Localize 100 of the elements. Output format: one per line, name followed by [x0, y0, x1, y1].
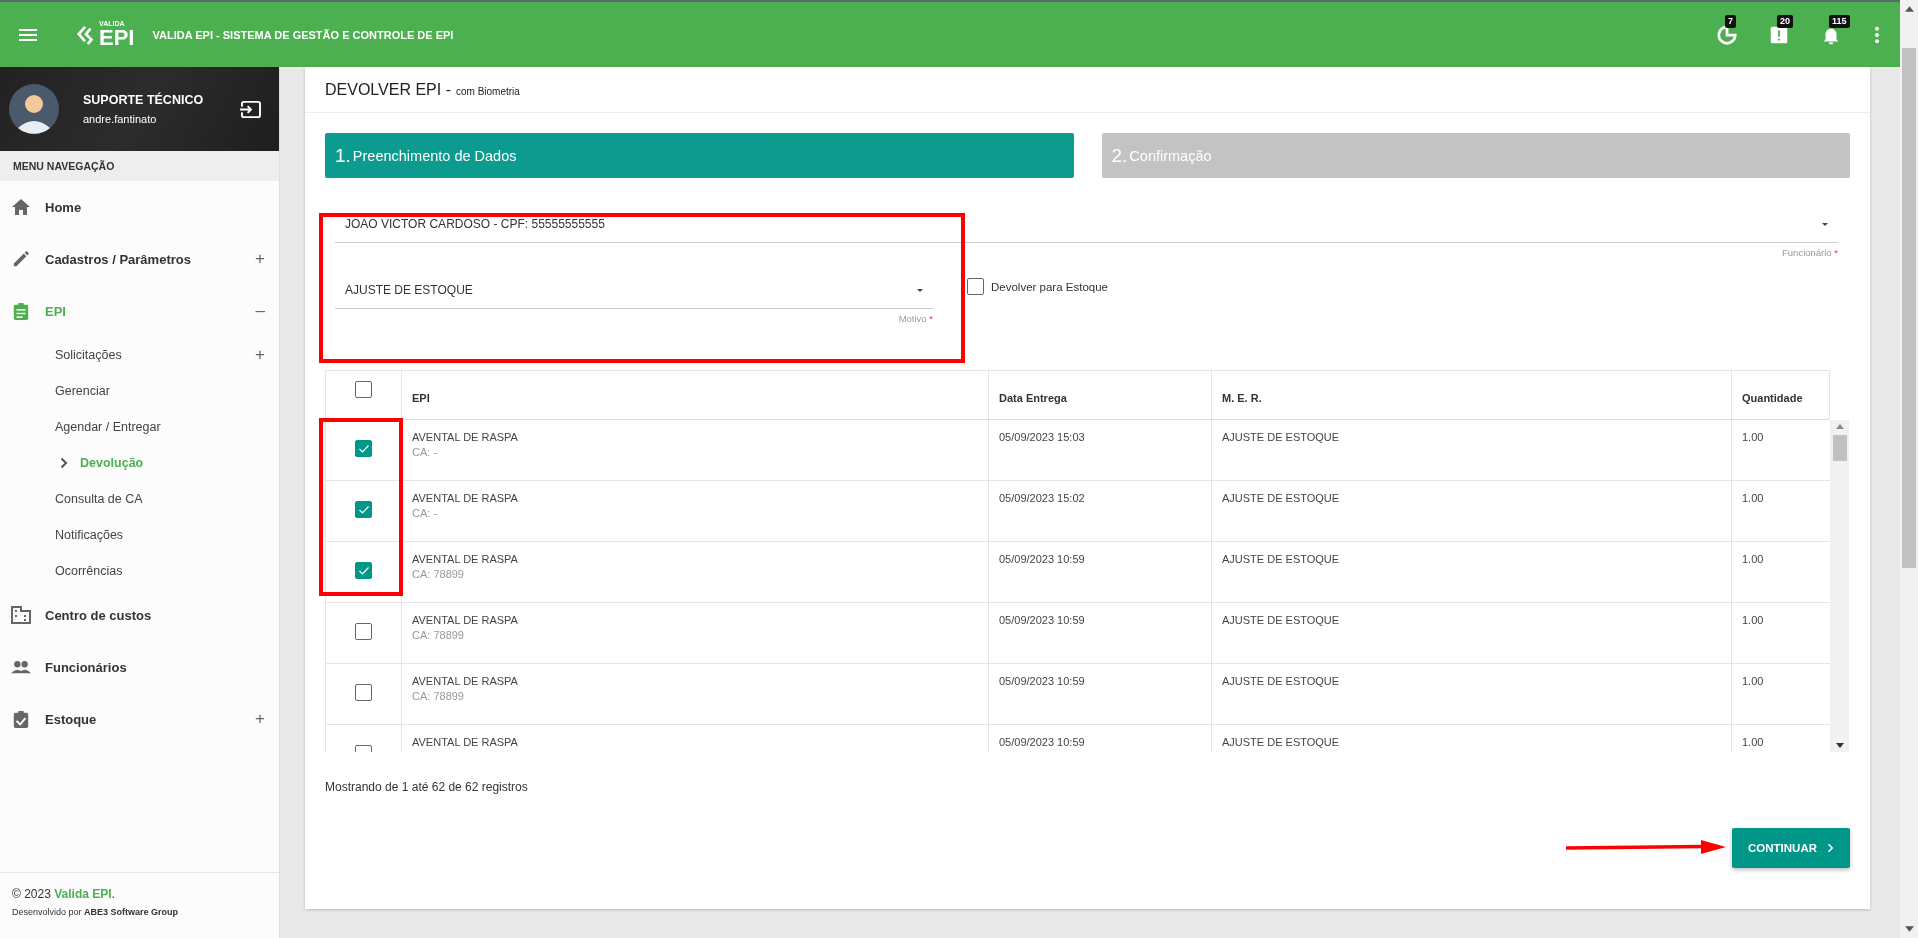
table-cell-text: 05/09/2023 10:59 — [999, 675, 1086, 687]
submenu-item[interactable]: Ocorrências — [0, 553, 279, 589]
people-icon — [11, 658, 31, 676]
count-badge: 20 — [1777, 14, 1793, 28]
menu-item[interactable]: Cadastros / Parâmetros + — [0, 233, 279, 285]
checkbox[interactable] — [355, 684, 372, 701]
table-cell-text: CA: 78899 — [412, 690, 465, 702]
page-title: DEVOLVER EPI - — [325, 80, 451, 99]
menu-item[interactable]: Estoque + — [0, 693, 279, 745]
checkbox[interactable] — [355, 381, 372, 398]
scroll-down-icon[interactable] — [1835, 743, 1844, 748]
checkbox[interactable] — [355, 501, 372, 518]
submenu-item[interactable]: Notificações — [0, 517, 279, 553]
menu-item[interactable]: Home — [0, 181, 279, 233]
expand-toggle[interactable]: + — [255, 249, 265, 269]
continue-button[interactable]: CONTINUAR — [1732, 828, 1850, 868]
logout-icon[interactable] — [239, 99, 263, 119]
copyright-text: © 2023 Valida EPI. — [12, 887, 116, 901]
table-cell-text: 05/09/2023 15:03 — [999, 431, 1086, 443]
expand-toggle[interactable]: + — [255, 345, 265, 365]
table-cell-text: AVENTAL DE RASPA — [412, 431, 519, 443]
table-cell-text: CA: - — [412, 446, 439, 458]
table-cell-text: AJUSTE DE ESTOQUE — [1222, 675, 1341, 687]
scroll-thumb[interactable] — [1902, 48, 1916, 568]
caret-icon — [917, 288, 923, 292]
avatar — [9, 84, 59, 134]
scroll-thumb[interactable] — [1832, 435, 1847, 461]
app-title: VALIDA EPI - SISTEMA DE GESTÃO E CONTROLE DE EPI — [152, 28, 454, 41]
more-icon[interactable] — [1874, 25, 1880, 44]
table-cell-text: AJUSTE DE ESTOQUE — [1222, 431, 1341, 443]
submenu-item[interactable]: Agendar / Entregar — [0, 409, 279, 445]
submenu-item[interactable]: Consulta de CA — [0, 481, 279, 517]
column-header[interactable]: EPI — [412, 392, 430, 404]
column-header[interactable]: Data Entrega — [999, 392, 1067, 404]
table-cell-text: 1.00 — [1742, 675, 1765, 687]
field-label: Funcionário * — [1782, 247, 1838, 258]
checkbox[interactable] — [355, 623, 372, 640]
table-cell-text: 1.00 — [1742, 614, 1765, 626]
column-header[interactable]: Quantidade — [1742, 392, 1803, 404]
count-badge: 7 — [1725, 14, 1736, 28]
table-cell-text: AVENTAL DE RASPA — [412, 736, 519, 748]
select-field[interactable]: JOAO VICTOR CARDOSO - CPF: 55555555555 — [335, 206, 1838, 243]
table-cell-text: 1.00 — [1742, 431, 1765, 443]
select-field[interactable]: AJUSTE DE ESTOQUE — [335, 272, 933, 309]
checkmark-icon — [357, 565, 370, 576]
table-cell-text: 1.00 — [1742, 553, 1765, 565]
table-cell-text: 1.00 — [1742, 492, 1765, 504]
building-icon — [11, 606, 31, 624]
credit-text: Desenvolvido por ABE3 Software Group — [12, 907, 180, 917]
user-name: SUPORTE TÉCNICO — [83, 93, 204, 107]
checklist-icon — [11, 710, 31, 728]
checkmark-icon — [357, 443, 370, 454]
scroll-up-icon[interactable] — [1835, 424, 1844, 429]
expand-toggle[interactable]: – — [255, 301, 265, 321]
checkbox[interactable] — [967, 278, 984, 295]
checkmark-icon — [357, 504, 370, 515]
chevron-icon — [1827, 843, 1834, 853]
clipboard-icon — [11, 302, 31, 320]
column-header[interactable]: M. E. R. — [1222, 392, 1262, 404]
scroll-down-icon[interactable] — [1904, 926, 1914, 932]
scroll-up-icon[interactable] — [1904, 6, 1914, 12]
checkbox[interactable] — [355, 562, 372, 579]
table-cell-text: CA: 78899 — [412, 629, 465, 641]
record-count: Mostrando de 1 até 62 de 62 registros — [325, 780, 528, 794]
table-cell-text: 05/09/2023 15:02 — [999, 492, 1086, 504]
table-cell-text: CA: - — [412, 507, 439, 519]
table-cell-text: AVENTAL DE RASPA — [412, 492, 519, 504]
chevron-icon — [60, 457, 68, 469]
menu-item[interactable]: EPI – — [0, 285, 279, 337]
table-cell-text: AJUSTE DE ESTOQUE — [1222, 553, 1341, 565]
clock-icon[interactable] — [1716, 23, 1738, 46]
table-cell-text: AVENTAL DE RASPA — [412, 614, 519, 626]
count-badge: 115 — [1829, 14, 1850, 28]
table-cell-text: AJUSTE DE ESTOQUE — [1222, 614, 1341, 626]
table-cell-text: CA: 78899 — [412, 568, 465, 580]
table-cell-text: 05/09/2023 10:59 — [999, 614, 1086, 626]
table-cell-text: 1.00 — [1742, 736, 1765, 748]
table-cell-text: AJUSTE DE ESTOQUE — [1222, 492, 1341, 504]
checkbox-label: Devolver para Estoque — [991, 280, 1108, 293]
table-cell-text: AVENTAL DE RASPA — [412, 675, 519, 687]
checkbox[interactable] — [355, 440, 372, 457]
user-login: andre.fantinato — [83, 113, 158, 125]
menu-item[interactable]: Funcionários — [0, 641, 279, 693]
table-cell-text: AJUSTE DE ESTOQUE — [1222, 736, 1341, 748]
menu-item[interactable]: Centro de custos — [0, 589, 279, 641]
scrollbar[interactable] — [1830, 420, 1849, 752]
logo-text: EPI — [99, 27, 135, 49]
expand-toggle[interactable]: + — [255, 709, 265, 729]
menu-icon[interactable] — [19, 28, 37, 41]
table-cell-text: 05/09/2023 10:59 — [999, 553, 1086, 565]
submenu-item[interactable]: Solicitações + — [0, 337, 279, 373]
submenu-item[interactable]: Gerenciar — [0, 373, 279, 409]
page-subtitle: com Biometria — [455, 85, 520, 97]
table-cell-text: AVENTAL DE RASPA — [412, 553, 519, 565]
caret-icon — [1822, 222, 1828, 226]
home-icon — [11, 198, 31, 216]
pencil-icon — [11, 250, 31, 268]
menu-heading: MENU NAVEGAÇÃO — [0, 151, 279, 181]
scrollbar[interactable] — [1900, 0, 1918, 938]
logo-icon — [77, 23, 95, 46]
